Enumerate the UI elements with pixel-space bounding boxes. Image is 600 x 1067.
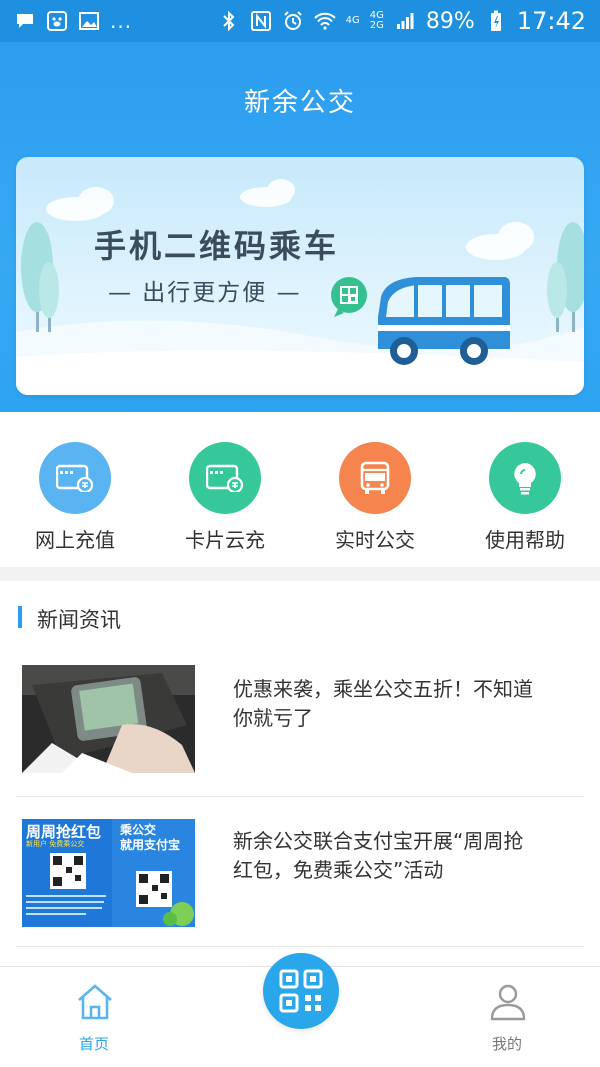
qr-code-icon [279, 969, 323, 1013]
network-type-2: 4G 2G [369, 10, 384, 31]
section-accent-bar [18, 606, 22, 628]
bottom-nav: 首页 我的 [0, 953, 600, 1067]
news-section-title: 新闻资讯 [37, 608, 121, 632]
baidu-icon [46, 11, 68, 31]
news-item[interactable]: 周周抢红包 新用户 免费乘公交 乘公交 就用支付宝 新余公交联合支付宝开展“周周… [16, 797, 584, 947]
news-thumbnail [22, 665, 195, 773]
app-header: 新余公交 手机二维码乘车 — 出行更方便 — [0, 42, 600, 412]
action-label: 使用帮助 [485, 528, 565, 552]
signal-icon [394, 11, 416, 31]
alarm-icon [282, 11, 304, 31]
battery-charging-icon [485, 10, 507, 31]
battery-percent: 89% [425, 8, 475, 34]
action-card-cloud[interactable]: 卡片云充 [150, 412, 300, 567]
bluetooth-icon [218, 11, 240, 31]
banner-subtitle: — 出行更方便 — [108, 280, 302, 306]
bus-icon [339, 442, 411, 514]
lightbulb-icon [489, 442, 561, 514]
nav-home[interactable]: 首页 [34, 967, 154, 1067]
news-headline: 新余公交联合支付宝开展“周周抢红包，免费乘公交”活动 [233, 829, 524, 882]
poster-right-title-2: 就用支付宝 [120, 838, 181, 852]
nav-home-label: 首页 [78, 1035, 109, 1053]
news-item[interactable]: 优惠来袭，乘坐公交五折！不知道你就亏了 [16, 647, 584, 797]
home-icon [78, 984, 112, 1020]
section-divider [0, 567, 600, 581]
page-title: 新余公交 [243, 88, 356, 118]
card-recharge-icon [39, 442, 111, 514]
action-label: 网上充值 [35, 528, 115, 552]
action-help[interactable]: 使用帮助 [450, 412, 600, 567]
network-type-1: 4G [345, 15, 360, 26]
more-notifications: ... [110, 9, 133, 33]
user-icon [490, 984, 526, 1021]
action-online-recharge[interactable]: 网上充值 [0, 412, 150, 567]
chat-icon [14, 11, 36, 31]
status-bar: ... 4G 4G 2G 89% 17:42 [0, 0, 600, 42]
news-section-header: 新闻资讯 [0, 596, 600, 640]
action-label: 卡片云充 [185, 528, 265, 552]
quick-actions: 网上充值 卡片云充 实时公交 使用帮助 [0, 412, 600, 567]
news-headline: 优惠来袭，乘坐公交五折！不知道你就亏了 [233, 677, 533, 730]
poster-left-subtitle: 新用户 免费乘公交 [26, 840, 85, 848]
action-realtime-bus[interactable]: 实时公交 [300, 412, 450, 567]
banner-title: 手机二维码乘车 [94, 227, 340, 265]
news-thumbnail: 周周抢红包 新用户 免费乘公交 乘公交 就用支付宝 [22, 819, 195, 927]
qr-code-button[interactable] [263, 953, 339, 1029]
nfc-icon [250, 11, 272, 31]
clock: 17:42 [516, 7, 586, 35]
image-icon [78, 11, 100, 31]
promo-banner[interactable]: 手机二维码乘车 — 出行更方便 — [16, 157, 584, 395]
nav-mine-label: 我的 [491, 1035, 522, 1053]
nav-mine[interactable]: 我的 [447, 967, 567, 1067]
card-cloud-icon [189, 442, 261, 514]
action-label: 实时公交 [335, 528, 415, 552]
wifi-icon [313, 11, 336, 31]
